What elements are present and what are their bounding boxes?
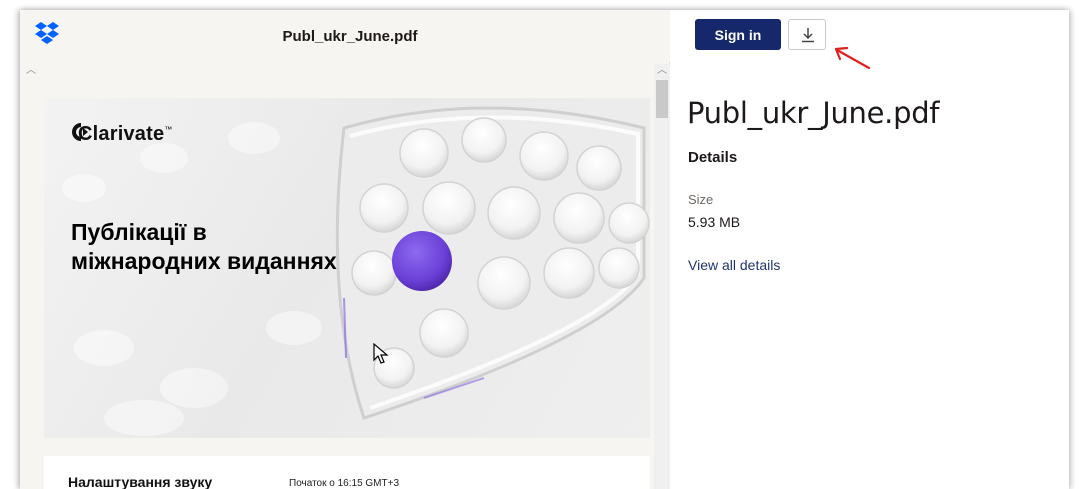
annotation-arrow-icon — [834, 46, 871, 70]
download-button[interactable] — [788, 19, 826, 50]
download-icon — [802, 28, 814, 43]
scroll-up-icon[interactable]: ︿ — [657, 66, 667, 76]
page-heading-line-1: Публікації в — [71, 219, 207, 245]
size-label: Size — [688, 192, 714, 207]
details-heading: Details — [688, 149, 738, 166]
viewer-file-title: Publ_ukr_June.pdf — [282, 28, 418, 45]
page-scroll-up-icon[interactable]: ︿ — [26, 66, 36, 76]
page-heading: Публікації в міжнародних виданнях — [71, 218, 471, 276]
clarivate-trademark: ™ — [164, 125, 173, 134]
page-heading-line-2: міжнародних виданнях — [71, 248, 337, 274]
pdf-page-1: Clarivate ™ Публікації в міжнародних вид… — [44, 98, 650, 438]
dropbox-icon[interactable] — [34, 22, 60, 44]
page-2-section-title: Налаштування звуку — [68, 474, 213, 489]
dropbox-file-preview: Publ_ukr_June.pdf ︿ Clarivate ™ Публікац… — [20, 10, 1069, 489]
pdf-page-2: Налаштування звуку Початок о 16:15 GMT+3 — [44, 456, 650, 489]
clarivate-logo-icon — [72, 123, 88, 141]
viewer-scrollbar[interactable]: ︿ — [654, 64, 670, 489]
file-info-panel: Sign in Publ_ukr_June.pdf Details Size 5… — [671, 10, 1069, 489]
clarivate-logo: Clarivate ™ — [72, 123, 172, 146]
viewer-header: Publ_ukr_June.pdf — [20, 10, 670, 62]
clarivate-brand-text: Clarivate — [78, 123, 165, 145]
scroll-thumb[interactable] — [656, 80, 668, 118]
document-viewer: Publ_ukr_June.pdf ︿ Clarivate ™ Публікац… — [20, 10, 670, 489]
view-all-details-link[interactable]: View all details — [688, 257, 780, 273]
file-title: Publ_ukr_June.pdf — [687, 96, 940, 130]
size-value: 5.93 MB — [688, 214, 741, 230]
sign-in-button[interactable]: Sign in — [695, 19, 781, 50]
page-2-start-time: Початок о 16:15 GMT+3 — [289, 478, 400, 489]
